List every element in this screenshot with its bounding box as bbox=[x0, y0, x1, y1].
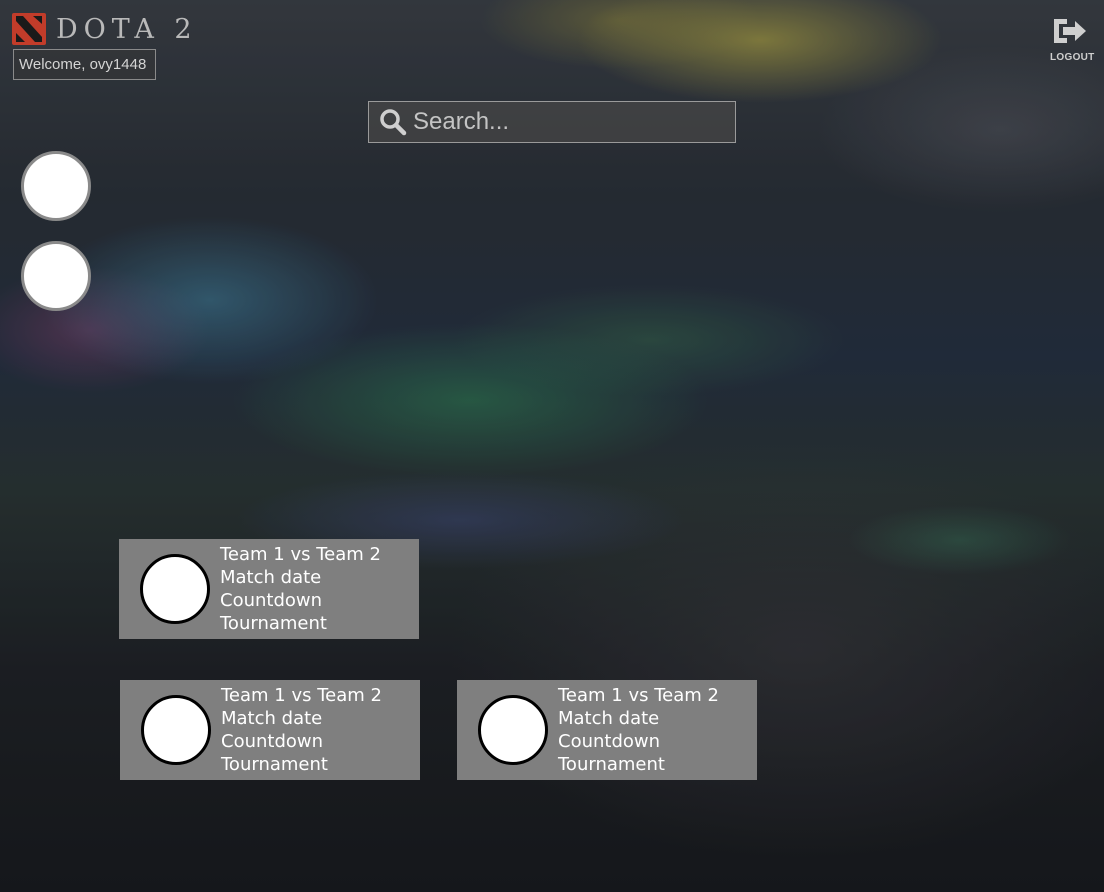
logout-button[interactable]: LOGOUT bbox=[1050, 16, 1095, 63]
search-bar[interactable] bbox=[368, 101, 736, 143]
search-input[interactable] bbox=[413, 103, 735, 141]
match-card[interactable]: Team 1 vs Team 2 Match date Countdown To… bbox=[120, 680, 420, 780]
logo-text: DOTA 2 bbox=[56, 13, 198, 45]
welcome-message: Welcome, ovy1448 bbox=[13, 49, 156, 80]
app-logo[interactable]: DOTA 2 bbox=[12, 13, 198, 45]
match-title: Team 1 vs Team 2 bbox=[558, 685, 719, 706]
match-tournament: Tournament bbox=[558, 754, 665, 775]
logout-label: LOGOUT bbox=[1050, 52, 1095, 63]
match-title: Team 1 vs Team 2 bbox=[220, 544, 381, 565]
match-countdown: Countdown bbox=[558, 731, 661, 752]
side-avatar-2[interactable] bbox=[21, 241, 91, 311]
match-countdown: Countdown bbox=[220, 590, 323, 611]
search-icon bbox=[379, 108, 407, 136]
team-logo bbox=[140, 554, 210, 624]
team-logo bbox=[141, 695, 211, 765]
match-date: Match date bbox=[220, 567, 322, 588]
match-date: Match date bbox=[558, 708, 660, 729]
match-countdown: Countdown bbox=[221, 731, 324, 752]
match-date: Match date bbox=[221, 708, 323, 729]
side-avatar-1[interactable] bbox=[21, 151, 91, 221]
match-card[interactable]: Team 1 vs Team 2 Match date Countdown To… bbox=[119, 539, 419, 639]
team-logo bbox=[478, 695, 548, 765]
match-tournament: Tournament bbox=[221, 754, 328, 775]
dota-logo-icon bbox=[12, 13, 46, 45]
match-title: Team 1 vs Team 2 bbox=[221, 685, 382, 706]
match-tournament: Tournament bbox=[220, 613, 327, 634]
logout-icon bbox=[1051, 19, 1089, 50]
match-card[interactable]: Team 1 vs Team 2 Match date Countdown To… bbox=[457, 680, 757, 780]
